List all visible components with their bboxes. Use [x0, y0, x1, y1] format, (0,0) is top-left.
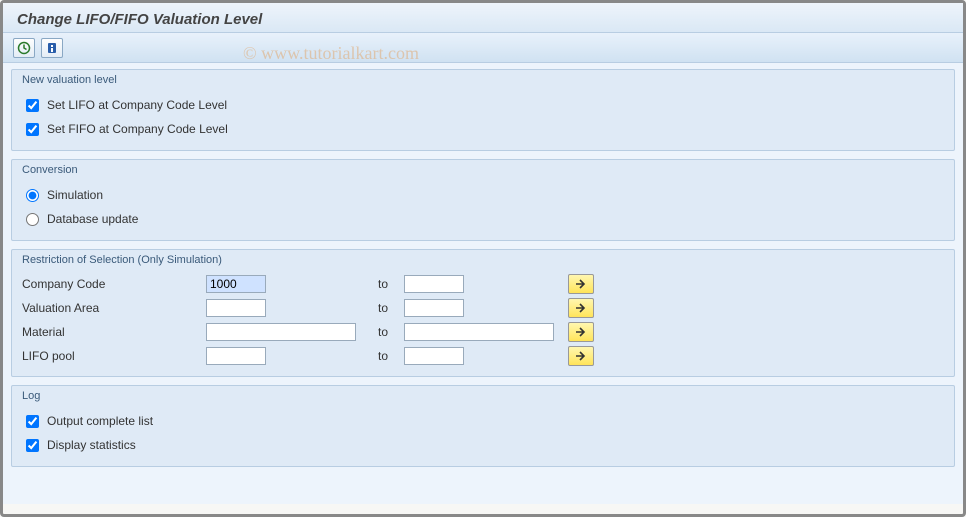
multiselect-valuation-area[interactable] [568, 298, 594, 318]
multiselect-lifo-pool[interactable] [568, 346, 594, 366]
checkbox-output-complete[interactable]: Output complete list [22, 414, 153, 428]
label-company-code: Company Code [22, 277, 202, 291]
input-company-code-from[interactable] [206, 275, 266, 293]
checkbox-output-complete-input[interactable] [26, 415, 39, 428]
radio-simulation-label: Simulation [47, 188, 103, 202]
info-button[interactable] [41, 38, 63, 58]
page-title: Change LIFO/FIFO Valuation Level [3, 3, 963, 33]
input-lifo-pool-to[interactable] [404, 347, 464, 365]
input-valuation-area-from[interactable] [206, 299, 266, 317]
input-material-from[interactable] [206, 323, 356, 341]
input-material-to[interactable] [404, 323, 554, 341]
row-material: Material to [22, 320, 944, 344]
checkbox-set-lifo[interactable]: Set LIFO at Company Code Level [22, 98, 227, 112]
label-material: Material [22, 325, 202, 339]
label-lifo-pool: LIFO pool [22, 349, 202, 363]
multiselect-material[interactable] [568, 322, 594, 342]
radio-database-update[interactable]: Database update [22, 212, 138, 226]
row-company-code: Company Code to [22, 272, 944, 296]
clock-execute-icon [17, 41, 31, 55]
execute-button[interactable] [13, 38, 35, 58]
radio-database-update-label: Database update [47, 212, 138, 226]
checkbox-set-lifo-input[interactable] [26, 99, 39, 112]
arrow-right-icon [574, 326, 588, 338]
arrow-right-icon [574, 278, 588, 290]
group-conversion: Conversion Simulation Database update [11, 159, 955, 241]
group-title-log: Log [22, 386, 944, 408]
row-valuation-area: Valuation Area to [22, 296, 944, 320]
radio-database-update-input[interactable] [26, 213, 39, 226]
info-icon [45, 41, 59, 55]
content-area: New valuation level Set LIFO at Company … [3, 63, 963, 504]
checkbox-display-stats-label: Display statistics [47, 438, 136, 452]
checkbox-set-fifo[interactable]: Set FIFO at Company Code Level [22, 122, 228, 136]
checkbox-set-lifo-label: Set LIFO at Company Code Level [47, 98, 227, 112]
app-toolbar [3, 33, 963, 63]
group-restriction: Restriction of Selection (Only Simulatio… [11, 249, 955, 377]
group-new-valuation: New valuation level Set LIFO at Company … [11, 69, 955, 151]
checkbox-display-stats-input[interactable] [26, 439, 39, 452]
label-valuation-area: Valuation Area [22, 301, 202, 315]
group-title-conversion: Conversion [22, 160, 944, 182]
checkbox-set-fifo-label: Set FIFO at Company Code Level [47, 122, 228, 136]
group-log: Log Output complete list Display statist… [11, 385, 955, 467]
checkbox-display-stats[interactable]: Display statistics [22, 438, 136, 452]
to-label: to [370, 349, 400, 363]
to-label: to [370, 301, 400, 315]
to-label: to [370, 325, 400, 339]
input-lifo-pool-from[interactable] [206, 347, 266, 365]
group-title-restriction: Restriction of Selection (Only Simulatio… [22, 250, 944, 272]
to-label: to [370, 277, 400, 291]
group-title-new-valuation: New valuation level [22, 70, 944, 92]
radio-simulation[interactable]: Simulation [22, 188, 103, 202]
row-lifo-pool: LIFO pool to [22, 344, 944, 368]
checkbox-output-complete-label: Output complete list [47, 414, 153, 428]
multiselect-company-code[interactable] [568, 274, 594, 294]
radio-simulation-input[interactable] [26, 189, 39, 202]
checkbox-set-fifo-input[interactable] [26, 123, 39, 136]
arrow-right-icon [574, 302, 588, 314]
input-company-code-to[interactable] [404, 275, 464, 293]
arrow-right-icon [574, 350, 588, 362]
input-valuation-area-to[interactable] [404, 299, 464, 317]
